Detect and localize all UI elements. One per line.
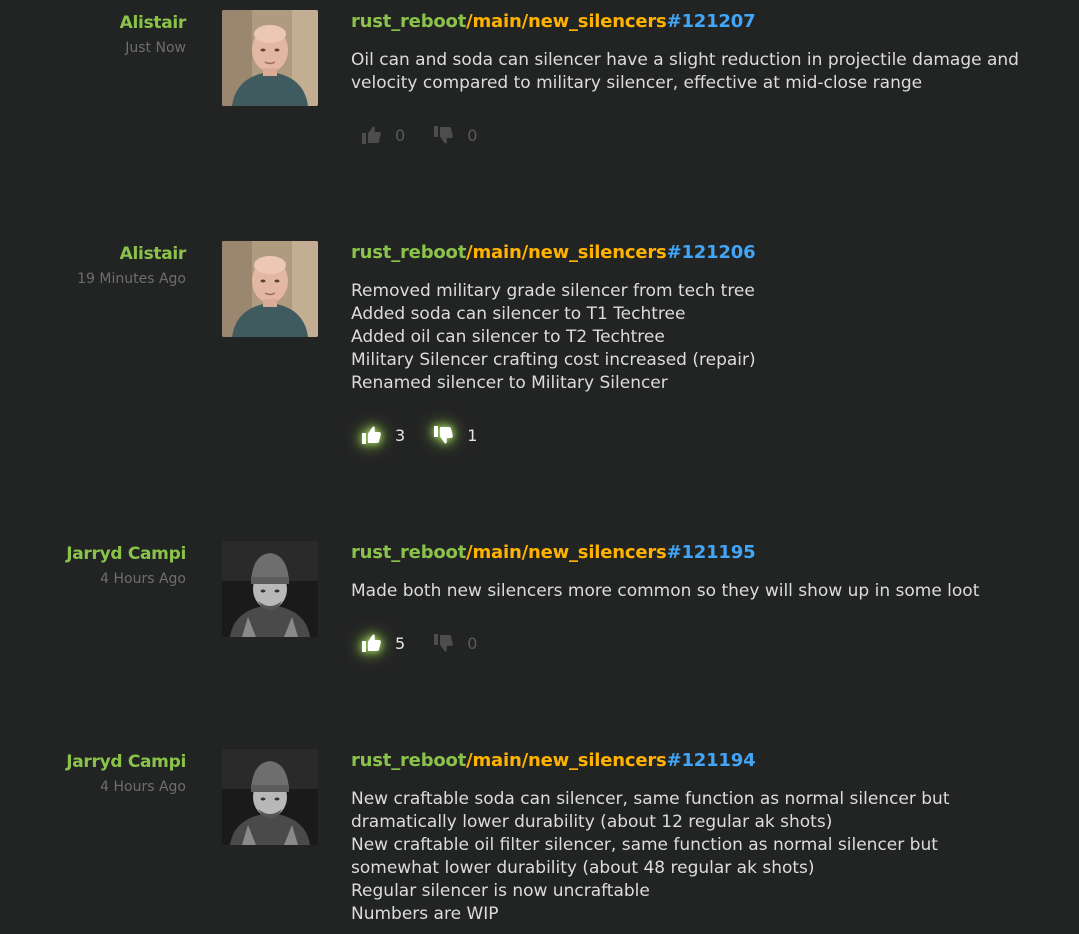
commit-message: Removed military grade silencer from tec… xyxy=(351,280,1079,395)
like-count: 5 xyxy=(395,633,406,653)
like-count: 0 xyxy=(395,125,406,145)
dislike-button[interactable]: 1 xyxy=(433,425,477,445)
avatar[interactable] xyxy=(222,10,318,106)
repo-link[interactable]: rust_reboot xyxy=(351,542,466,563)
message-line: New craftable soda can silencer, same fu… xyxy=(351,789,950,809)
repo-link[interactable]: rust_reboot xyxy=(351,242,466,263)
commit-title: rust_reboot/main/new_silencers#121195 xyxy=(351,541,1079,565)
commit-title: rust_reboot/main/new_silencers#121206 xyxy=(351,241,1079,265)
branch-link[interactable]: /main/new_silencers xyxy=(466,11,667,32)
commit-content: rust_reboot/main/new_silencers#121207 Oi… xyxy=(351,10,1079,145)
message-line: dramatically lower durability (about 12 … xyxy=(351,812,833,832)
commit-content: rust_reboot/main/new_silencers#121206 Re… xyxy=(351,241,1079,445)
message-line: Made both new silencers more common so t… xyxy=(351,581,980,601)
thumbs-up-icon xyxy=(362,126,381,144)
beanie-man-avatar-icon xyxy=(222,749,318,845)
bald-man-avatar-icon xyxy=(222,241,318,337)
message-line: Renamed silencer to Military Silencer xyxy=(351,373,668,393)
like-button[interactable]: 3 xyxy=(361,425,405,445)
author-column: Jarryd Campi 4 Hours Ago xyxy=(0,541,186,588)
message-line: Added oil can silencer to T2 Techtree xyxy=(351,327,665,347)
vote-bar: 0 0 xyxy=(351,125,1079,145)
author-name[interactable]: Jarryd Campi xyxy=(0,751,186,773)
bald-man-avatar-icon xyxy=(222,10,318,106)
message-line: Numbers are WIP xyxy=(351,904,499,924)
branch-link[interactable]: /main/new_silencers xyxy=(466,242,667,263)
changeset-link[interactable]: #121195 xyxy=(667,542,756,563)
thumbs-up-icon xyxy=(362,426,381,444)
branch-link[interactable]: /main/new_silencers xyxy=(466,542,667,563)
thumbs-down-icon xyxy=(434,126,454,144)
message-line: Added soda can silencer to T1 Techtree xyxy=(351,304,686,324)
dislike-button[interactable]: 0 xyxy=(433,633,477,653)
avatar[interactable] xyxy=(222,541,318,637)
dislike-count: 1 xyxy=(467,425,478,445)
commit-time: 4 Hours Ago xyxy=(100,779,186,795)
author-name[interactable]: Alistair xyxy=(0,12,187,34)
thumbs-up-icon xyxy=(362,634,381,652)
like-count: 3 xyxy=(395,425,406,445)
like-button[interactable]: 5 xyxy=(361,633,405,653)
repo-link[interactable]: rust_reboot xyxy=(351,750,466,771)
vote-bar: 5 0 xyxy=(351,633,1079,653)
commit-content: rust_reboot/main/new_silencers#121194 Ne… xyxy=(351,749,1079,926)
branch-link[interactable]: /main/new_silencers xyxy=(466,750,667,771)
message-line: Oil can and soda can silencer have a sli… xyxy=(351,50,1019,70)
dislike-button[interactable]: 0 xyxy=(433,125,477,145)
commit-time: 4 Hours Ago xyxy=(100,571,186,587)
author-column: Jarryd Campi 4 Hours Ago xyxy=(0,749,186,796)
commit-title: rust_reboot/main/new_silencers#121194 xyxy=(351,749,1079,773)
dislike-count: 0 xyxy=(467,633,478,653)
author-name[interactable]: Alistair xyxy=(0,243,187,265)
commit-time: 19 Minutes Ago xyxy=(77,271,186,287)
author-column: Alistair 19 Minutes Ago xyxy=(0,241,186,288)
like-button[interactable]: 0 xyxy=(361,125,405,145)
changeset-link[interactable]: #121194 xyxy=(667,750,756,771)
beanie-man-avatar-icon xyxy=(222,541,318,637)
message-line: somewhat lower durability (about 48 regu… xyxy=(351,858,815,878)
avatar[interactable] xyxy=(222,241,318,337)
message-line: Removed military grade silencer from tec… xyxy=(351,281,755,301)
commit-content: rust_reboot/main/new_silencers#121195 Ma… xyxy=(351,541,1079,653)
commit-title: rust_reboot/main/new_silencers#121207 xyxy=(351,10,1079,34)
vote-bar: 3 1 xyxy=(351,425,1079,445)
message-line: New craftable oil filter silencer, same … xyxy=(351,835,938,855)
changeset-link[interactable]: #121206 xyxy=(667,242,756,263)
repo-link[interactable]: rust_reboot xyxy=(351,11,466,32)
avatar[interactable] xyxy=(222,749,318,845)
dislike-count: 0 xyxy=(467,125,478,145)
thumbs-down-icon xyxy=(434,634,454,652)
message-line: Military Silencer crafting cost increase… xyxy=(351,350,756,370)
message-line: Regular silencer is now uncraftable xyxy=(351,881,650,901)
author-column: Alistair Just Now xyxy=(0,10,187,57)
commit-time: Just Now xyxy=(125,40,186,56)
commit-message: Made both new silencers more common so t… xyxy=(351,580,1079,603)
commit-message: New craftable soda can silencer, same fu… xyxy=(351,788,1079,926)
commit-feed: Alistair Just Now rust_reboot/main/new_s… xyxy=(0,0,1079,934)
thumbs-down-icon xyxy=(434,426,454,444)
commit-message: Oil can and soda can silencer have a sli… xyxy=(351,49,1079,95)
message-line: velocity compared to military silencer, … xyxy=(351,73,923,93)
changeset-link[interactable]: #121207 xyxy=(667,11,756,32)
author-name[interactable]: Jarryd Campi xyxy=(0,543,186,565)
